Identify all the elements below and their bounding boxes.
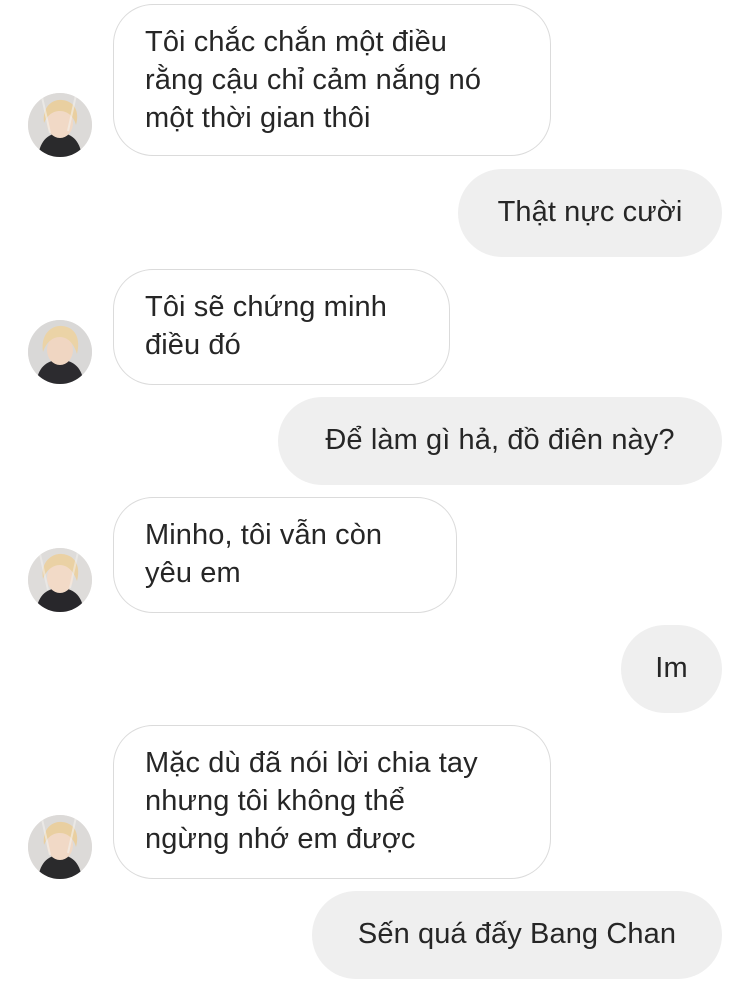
message-text: Mặc dù đã nói lời chia tay nhưng tôi khô… (145, 747, 478, 855)
message-text: Để làm gì hả, đồ điên này? (325, 424, 675, 456)
message-thread: Tôi chắc chắn một điều rằng cậu chỉ cảm … (0, 0, 750, 985)
message-text: Sến quá đấy Bang Chan (357, 918, 677, 950)
outgoing-message[interactable]: Để làm gì hả, đồ điên này? (278, 397, 722, 485)
message-text: Minho, tôi vẫn còn yêu em (145, 519, 383, 589)
message-text: Tôi sẽ chứng minh điều đó (145, 291, 387, 361)
outgoing-message[interactable]: Im (621, 625, 722, 713)
sender-avatar[interactable] (28, 815, 92, 879)
outgoing-message[interactable]: Thật nực cười (458, 169, 722, 257)
incoming-message[interactable]: Minho, tôi vẫn còn yêu em (113, 497, 457, 613)
sender-avatar[interactable] (28, 93, 92, 157)
message-text: Thật nực cười (497, 196, 683, 228)
incoming-message[interactable]: Mặc dù đã nói lời chia tay nhưng tôi khô… (113, 725, 551, 879)
outgoing-message[interactable]: Sến quá đấy Bang Chan (312, 891, 722, 979)
incoming-message[interactable]: Tôi chắc chắn một điều rằng cậu chỉ cảm … (113, 4, 551, 156)
message-text: Im (655, 652, 688, 684)
sender-avatar[interactable] (28, 548, 92, 612)
incoming-message[interactable]: Tôi sẽ chứng minh điều đó (113, 269, 450, 385)
message-text: Tôi chắc chắn một điều rằng cậu chỉ cảm … (145, 26, 482, 134)
sender-avatar[interactable] (28, 320, 92, 384)
